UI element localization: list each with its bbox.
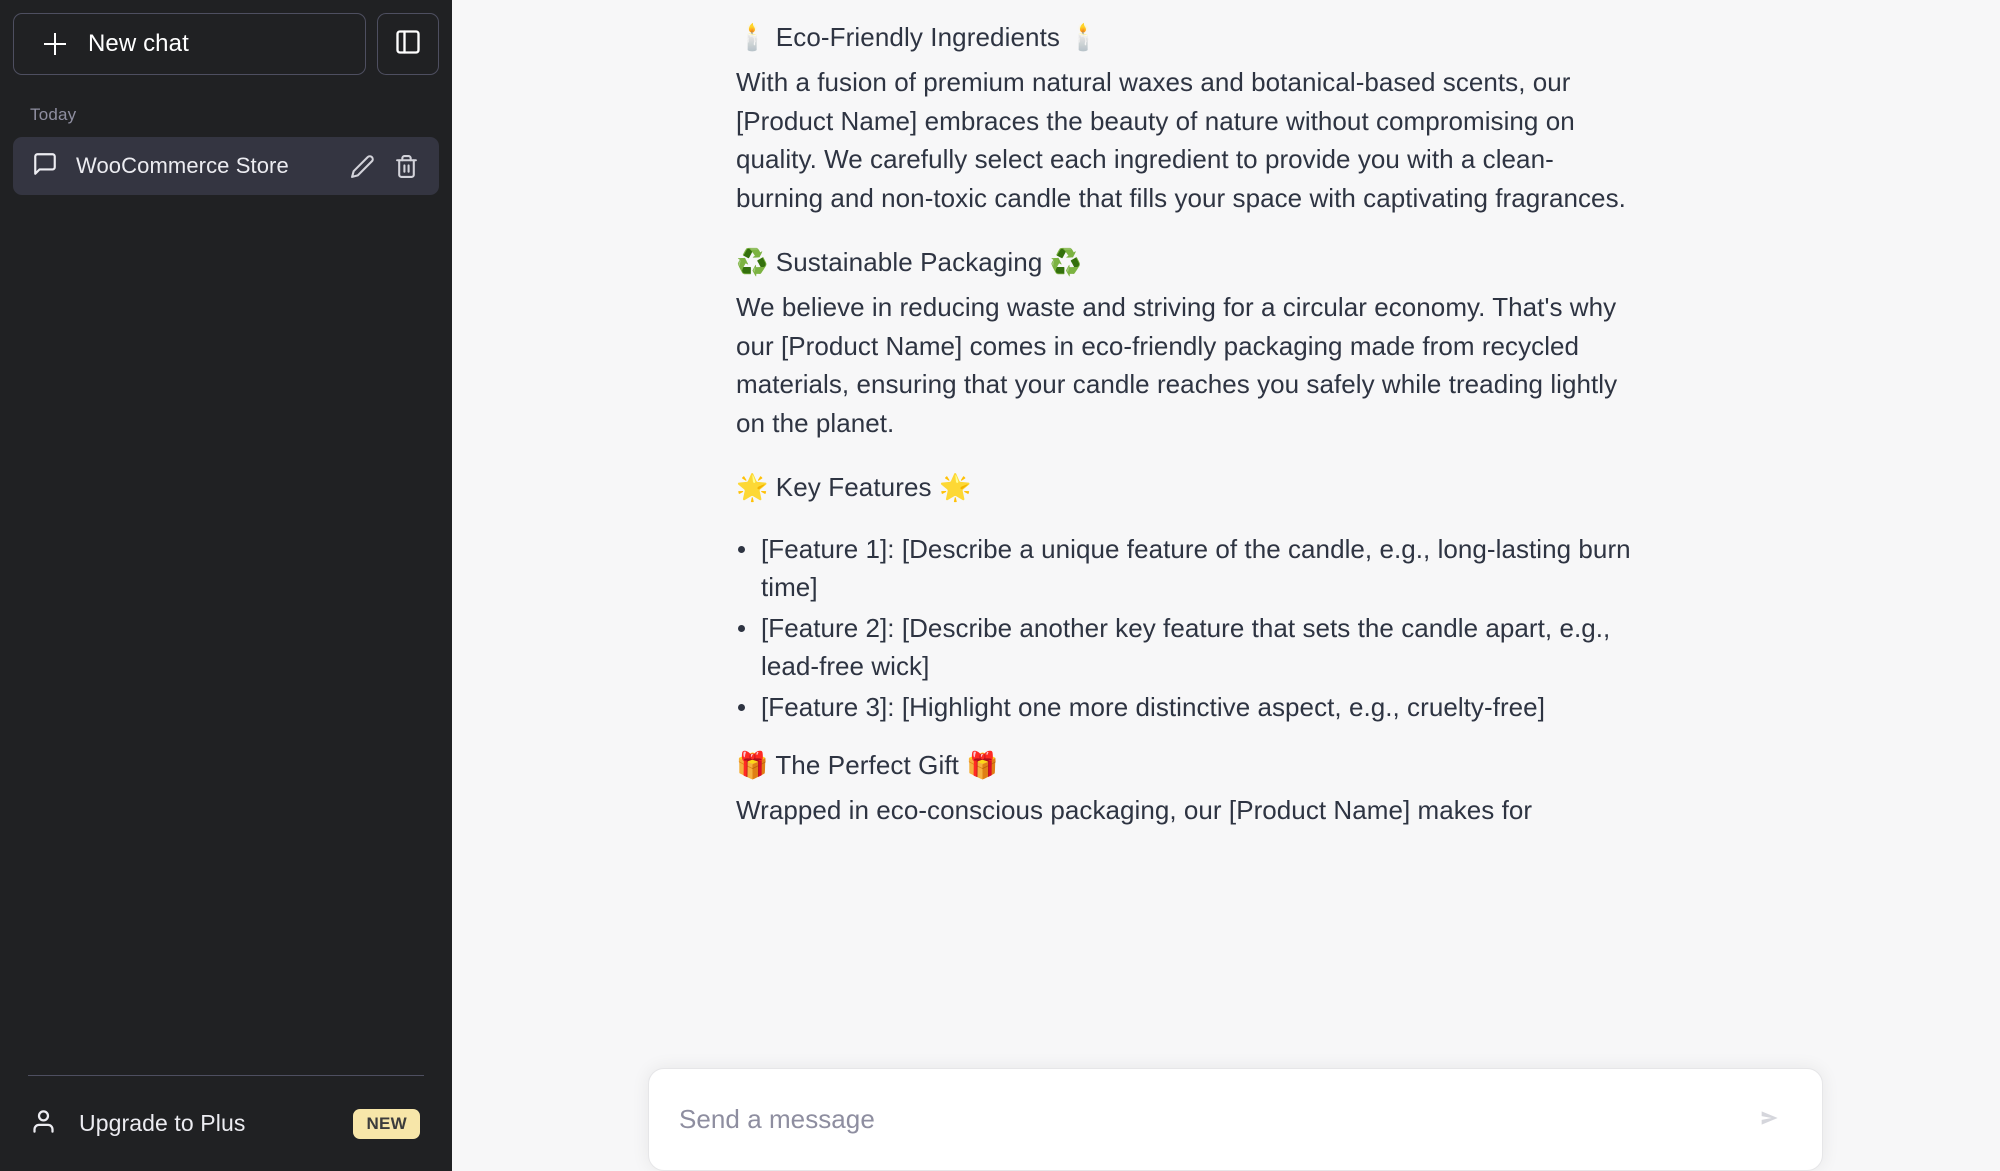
assistant-message: 🕯️ Eco-Friendly Ingredients 🕯️ With a fu… — [452, 0, 2000, 830]
section-heading-ingredients: 🕯️ Eco-Friendly Ingredients 🕯️ — [736, 22, 1100, 52]
user-icon — [30, 1108, 57, 1140]
sidebar-header: New chat — [0, 0, 452, 75]
chat-app: New chat Today WooCommerce Store Upgrade… — [0, 0, 2000, 1171]
sidebar: New chat Today WooCommerce Store Upgrade… — [0, 0, 452, 1171]
list-item: [Feature 1]: [Describe a unique feature … — [736, 530, 1636, 607]
message-composer — [648, 1068, 1823, 1171]
chat-item-title: WooCommerce Store — [76, 153, 289, 178]
section-heading-key-features: 🌟 Key Features 🌟 — [736, 472, 972, 503]
plus-icon — [44, 33, 66, 55]
panel-left-icon — [394, 28, 422, 61]
pencil-icon[interactable] — [349, 153, 375, 179]
trash-icon[interactable] — [393, 153, 419, 179]
status-badge: NEW — [353, 1108, 420, 1139]
key-features-list: [Feature 1]: [Describe a unique feature … — [736, 530, 1636, 726]
main-content: 🕯️ Eco-Friendly Ingredients 🕯️ With a fu… — [452, 0, 2000, 1171]
new-chat-button[interactable]: New chat — [13, 13, 366, 75]
section-paragraph-perfect-gift: Wrapped in eco-conscious packaging, our … — [736, 795, 1533, 826]
chat-history-list: WooCommerce Store — [0, 125, 452, 1075]
send-button[interactable] — [1748, 1097, 1794, 1143]
upgrade-label: Upgrade to Plus — [79, 1110, 246, 1136]
section-paragraph-packaging: We believe in reducing waste and strivin… — [736, 292, 1618, 438]
section-heading-perfect-gift: 🎁 The Perfect Gift 🎁 — [736, 749, 999, 780]
new-chat-label: New chat — [88, 30, 189, 57]
message-square-icon — [32, 151, 58, 182]
upgrade-to-plus-button[interactable]: Upgrade to Plus NEW — [0, 1076, 452, 1171]
message-scroll-area[interactable]: 🕯️ Eco-Friendly Ingredients 🕯️ With a fu… — [452, 0, 2000, 1171]
section-paragraph-ingredients: With a fusion of premium natural waxes a… — [736, 67, 1626, 213]
list-item: [Feature 3]: [Highlight one more distinc… — [736, 688, 1636, 726]
message-input[interactable] — [679, 1104, 1748, 1135]
sidebar-footer: Upgrade to Plus NEW — [0, 1075, 452, 1171]
list-item: [Feature 2]: [Describe another key featu… — [736, 609, 1636, 686]
sidebar-item-woocommerce-store[interactable]: WooCommerce Store — [13, 137, 439, 195]
toggle-sidebar-button[interactable] — [377, 13, 439, 75]
send-arrow-icon — [1755, 1102, 1787, 1137]
section-heading-packaging: ♻️ Sustainable Packaging ♻️ — [736, 247, 1083, 278]
sidebar-section-label: Today — [30, 105, 77, 124]
